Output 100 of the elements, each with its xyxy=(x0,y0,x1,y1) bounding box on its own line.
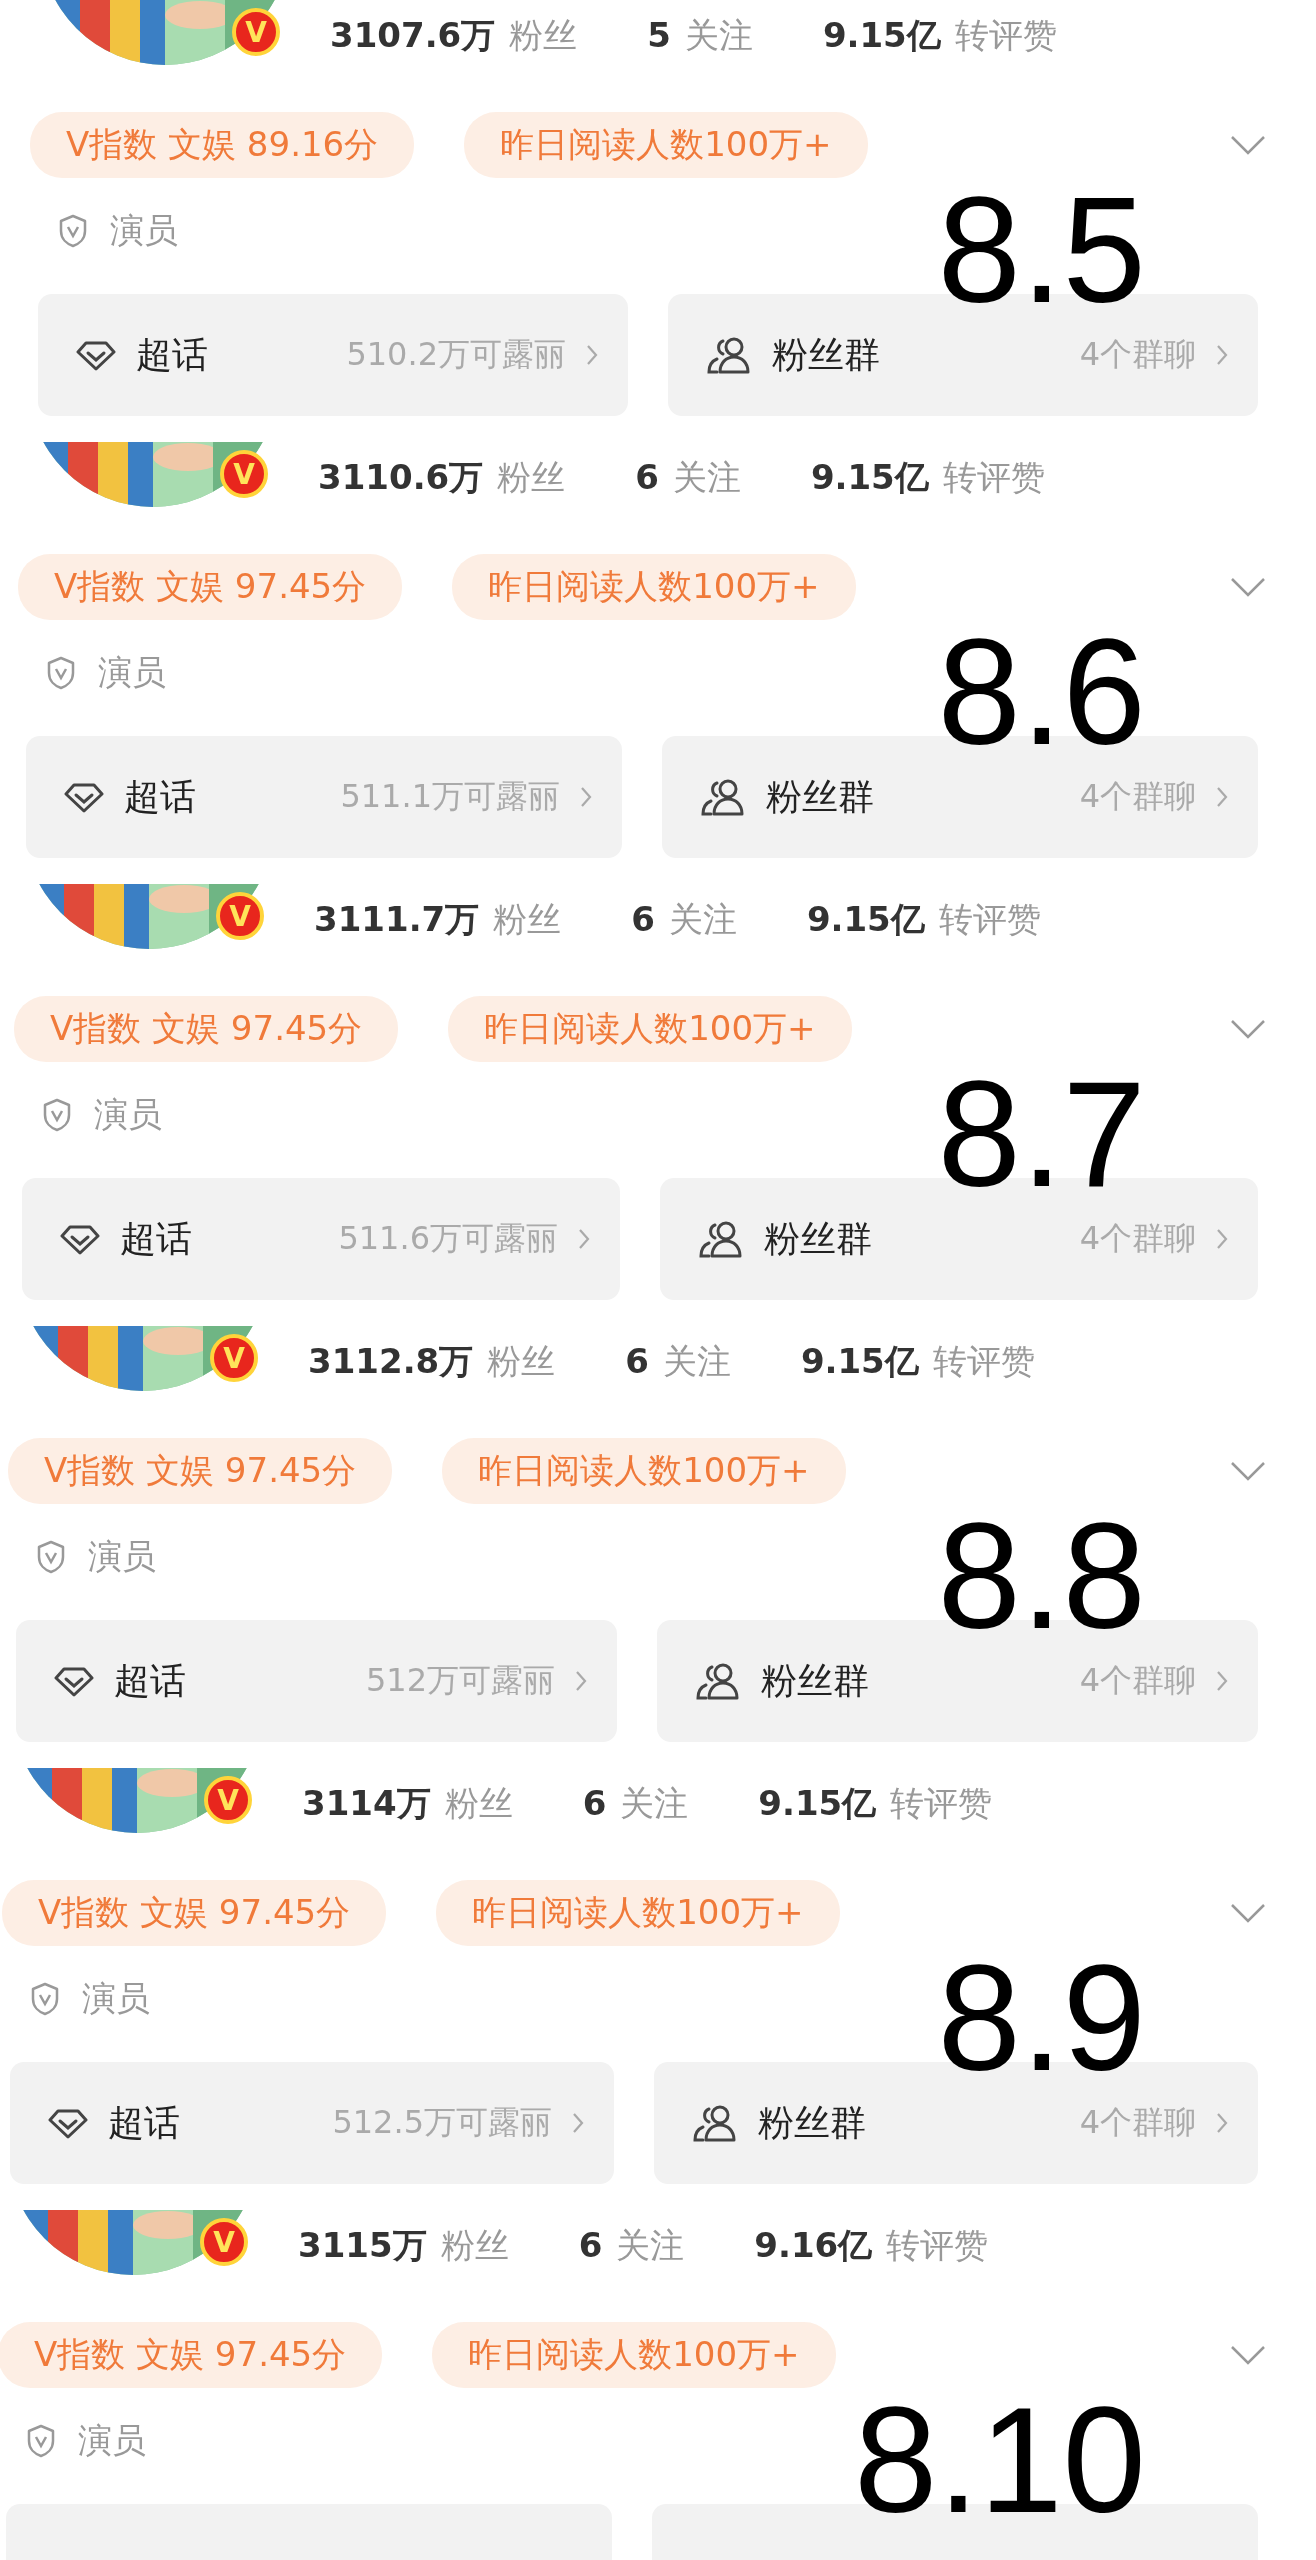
stat-label: 粉丝 xyxy=(509,14,578,57)
stat-label: 转评赞 xyxy=(932,1340,1035,1383)
tag: 昨日阅读人数100万+ xyxy=(448,996,852,1062)
card-title: 粉丝群 xyxy=(772,332,880,377)
verified-badge: V xyxy=(204,1776,252,1824)
stat-label: 关注 xyxy=(620,1782,689,1825)
chevron-right-icon xyxy=(1216,786,1228,808)
card-title: 粉丝群 xyxy=(761,1658,869,1703)
stat-value: 3111.7万 xyxy=(314,898,480,941)
chevron-right-icon xyxy=(578,1228,590,1250)
tag: 昨日阅读人数100万+ xyxy=(442,1438,846,1504)
stat-label: 转评赞 xyxy=(886,2224,989,2267)
card-info: 4个群聊 xyxy=(1079,2102,1196,2143)
card-info: 4个群聊 xyxy=(1079,1660,1196,1701)
chevron-right-icon xyxy=(1216,1670,1228,1692)
tag: V指数 文娱 97.45分 xyxy=(0,2322,383,2388)
chevron-right-icon xyxy=(586,344,598,366)
chevron-down-icon[interactable] xyxy=(1230,1018,1266,1040)
chevron-down-icon[interactable] xyxy=(1230,2344,1266,2366)
topic-card[interactable]: 超话 511.6万可露丽 xyxy=(22,1178,620,1300)
stat-label: 粉丝 xyxy=(444,1782,513,1825)
shield-icon xyxy=(58,214,88,248)
chevron-right-icon xyxy=(1216,2112,1228,2134)
role-label: 演员 xyxy=(78,2419,146,2462)
verified-badge: V xyxy=(200,2218,248,2266)
stat-label: 关注 xyxy=(684,14,753,57)
card-info: 4个群聊 xyxy=(1079,1218,1196,1259)
card-title: 粉丝群 xyxy=(766,774,874,819)
stat-value: 9.16亿 xyxy=(754,2224,873,2267)
verified-badge: V xyxy=(232,8,280,56)
verified-badge: V xyxy=(216,892,264,940)
stat-value: 9.15亿 xyxy=(806,898,925,941)
tag: V指数 文娱 97.45分 xyxy=(8,1438,393,1504)
people-icon xyxy=(698,1219,744,1259)
chevron-right-icon xyxy=(1216,344,1228,366)
stat-value: 9.15亿 xyxy=(800,1340,919,1383)
verified-badge: V xyxy=(220,450,268,498)
stat-label: 关注 xyxy=(672,456,741,499)
tag: 昨日阅读人数100万+ xyxy=(432,2322,836,2388)
topic-card[interactable]: 超话 511.1万可露丽 xyxy=(26,736,622,858)
people-icon xyxy=(700,777,746,817)
chevron-down-icon[interactable] xyxy=(1230,576,1266,598)
stat-value: 3114万 xyxy=(302,1782,431,1825)
topic-card[interactable]: 超话 512万可露丽 xyxy=(16,1620,617,1742)
card-info: 511.1万可露丽 xyxy=(340,776,560,817)
stat-label: 粉丝 xyxy=(440,2224,509,2267)
stat-value: 3107.6万 xyxy=(330,14,496,57)
stat-value: 5 xyxy=(647,15,671,55)
stat-label: 粉丝 xyxy=(487,1340,556,1383)
card-info: 511.6万可露丽 xyxy=(338,1218,558,1259)
card-title: 粉丝群 xyxy=(764,1216,872,1261)
role-label: 演员 xyxy=(110,209,178,252)
shield-icon xyxy=(36,1540,66,1574)
verified-badge: V xyxy=(210,1334,258,1382)
stat-value: 6 xyxy=(625,1341,649,1381)
stat-value: 6 xyxy=(635,457,659,497)
chevron-down-icon[interactable] xyxy=(1230,134,1266,156)
stat-label: 转评赞 xyxy=(890,1782,993,1825)
stat-value: 9.15亿 xyxy=(822,14,941,57)
stat-value: 9.15亿 xyxy=(758,1782,877,1825)
stat-value: 6 xyxy=(631,899,655,939)
shield-icon xyxy=(30,1982,60,2016)
stat-label: 粉丝 xyxy=(493,898,562,941)
card-info: 512万可露丽 xyxy=(365,1660,555,1701)
tag: V指数 文娱 97.45分 xyxy=(2,1880,387,1946)
tag: V指数 文娱 97.45分 xyxy=(18,554,403,620)
card-info: 510.2万可露丽 xyxy=(346,334,566,375)
date-label: 8.10 xyxy=(854,2385,1146,2535)
chevron-right-icon xyxy=(572,2112,584,2134)
chevron-right-icon xyxy=(1216,1228,1228,1250)
role-label: 演员 xyxy=(98,651,166,694)
topic-card[interactable]: 超话 510.2万可露丽 xyxy=(38,294,628,416)
stat-value: 6 xyxy=(578,2225,603,2265)
role-label: 演员 xyxy=(94,1093,162,1136)
role-label: 演员 xyxy=(88,1535,156,1578)
people-icon xyxy=(692,2103,738,2143)
topic-card[interactable]: 超话 512.5万可露丽 xyxy=(10,2062,614,2184)
shield-icon xyxy=(46,656,76,690)
chevron-right-icon xyxy=(580,786,592,808)
stat-label: 关注 xyxy=(668,898,737,941)
card-info: 4个群聊 xyxy=(1079,776,1196,817)
tag: 昨日阅读人数100万+ xyxy=(464,112,868,178)
card-title: 超话 xyxy=(114,1658,186,1703)
stat-label: 转评赞 xyxy=(942,456,1045,499)
people-icon xyxy=(706,335,752,375)
tag: 昨日阅读人数100万+ xyxy=(436,1880,840,1946)
stat-label: 粉丝 xyxy=(497,456,566,499)
stat-value: 3112.8万 xyxy=(308,1340,474,1383)
chevron-down-icon[interactable] xyxy=(1230,1902,1266,1924)
card-title: 超话 xyxy=(136,332,208,377)
shield-icon xyxy=(26,2424,56,2458)
stat-label: 关注 xyxy=(662,1340,731,1383)
chevron-right-icon xyxy=(575,1670,587,1692)
stat-value: 3110.6万 xyxy=(318,456,484,499)
stat-label: 关注 xyxy=(616,2224,685,2267)
chevron-down-icon[interactable] xyxy=(1230,1460,1266,1482)
card-title: 超话 xyxy=(120,1216,192,1261)
card-info: 512.5万可露丽 xyxy=(332,2102,552,2143)
card-info: 4个群聊 xyxy=(1079,334,1196,375)
tag: V指数 文娱 89.16分 xyxy=(30,112,415,178)
